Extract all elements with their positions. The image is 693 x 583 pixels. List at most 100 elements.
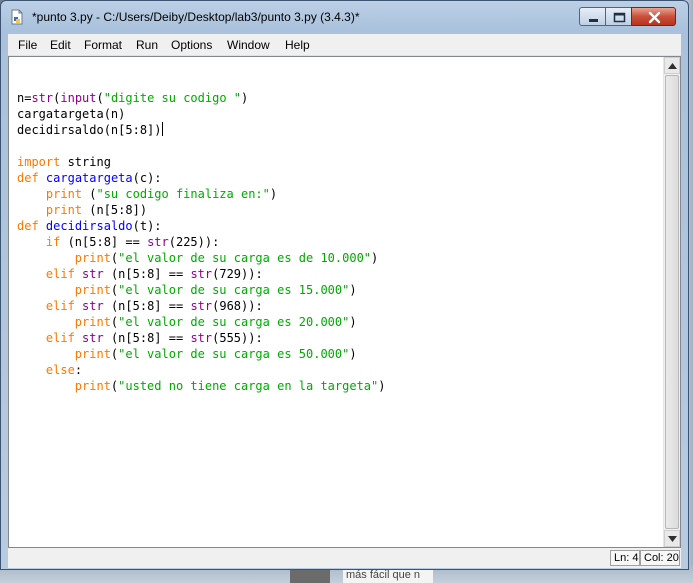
code-line: print("el valor de su carga es de 10.000…: [17, 250, 385, 266]
code-token-kw: else: [45, 363, 75, 377]
code-token: (n[5:8]): [82, 203, 148, 217]
code-line: print("el valor de su carga es 50.000"): [17, 346, 385, 362]
close-button[interactable]: [631, 7, 676, 26]
window-title: *punto 3.py - C:/Users/Deiby/Desktop/lab…: [32, 10, 360, 24]
text-cursor: [161, 122, 163, 136]
code-token: (: [82, 187, 97, 201]
code-token-kw: print: [74, 283, 111, 297]
code-token: (729)):: [212, 267, 263, 281]
code-token-st: "el valor de su carga es 20.000": [118, 315, 350, 329]
maximize-button[interactable]: [605, 7, 632, 26]
code-token-kw: elif: [45, 331, 75, 345]
code-token-kw: print: [74, 251, 111, 265]
menu-run[interactable]: Run: [136, 38, 158, 52]
code-token: (n[5:8] ==: [103, 299, 191, 313]
code-line: else:: [17, 362, 385, 378]
code-text[interactable]: n=str(input("digite su codigo ") cargatar…: [17, 74, 385, 394]
code-token-kw: print: [74, 379, 111, 393]
code-token: ): [349, 347, 357, 361]
code-token-kw: elif: [45, 299, 75, 313]
code-line: decidirsaldo(n[5:8]): [17, 122, 385, 138]
vertical-scrollbar[interactable]: [663, 57, 680, 547]
code-token-st: "su codigo finaliza en:": [96, 187, 270, 201]
menu-window[interactable]: Window: [227, 38, 270, 52]
code-token-kw: import: [17, 155, 61, 169]
code-line: print("usted no tiene carga en la target…: [17, 378, 386, 394]
code-token-bi: str: [190, 267, 213, 281]
menu-file[interactable]: File: [18, 38, 37, 52]
code-token-bi: str: [82, 331, 104, 345]
code-token: string: [60, 155, 111, 169]
code-line: print ("su codigo finaliza en:"): [17, 186, 385, 202]
idle-editor-window: *punto 3.py - C:/Users/Deiby/Desktop/lab…: [0, 0, 689, 570]
code-token: (c):: [132, 171, 162, 185]
menu-help[interactable]: Help: [285, 38, 310, 52]
code-token: ): [371, 251, 379, 265]
column-number-indicator: Col: 20: [640, 550, 680, 566]
menu-format[interactable]: Format: [84, 38, 122, 52]
code-token-bi: str: [31, 91, 54, 105]
scroll-up-button[interactable]: [664, 57, 680, 74]
code-token-def: cargatargeta: [45, 171, 133, 185]
menu-options[interactable]: Options: [171, 38, 212, 52]
code-token-kw: print: [74, 315, 111, 329]
code-token: decidirsaldo(n[5:8]): [17, 123, 162, 137]
code-editor[interactable]: n=str(input("digite su codigo ") cargatar…: [8, 56, 681, 548]
code-line: cargatargeta(n): [17, 106, 385, 122]
code-token: cargatargeta(n): [17, 107, 126, 121]
code-token: (555)):: [212, 331, 263, 345]
code-token: ): [378, 379, 386, 393]
background-window-text: más fácil que n: [343, 568, 433, 583]
code-line: print (n[5:8]): [17, 202, 385, 218]
code-token: ): [269, 187, 278, 201]
code-line: print("el valor de su carga es 15.000"): [17, 282, 385, 298]
code-token-kw: print: [74, 347, 111, 361]
code-token: (n[5:8] ==: [103, 267, 191, 281]
close-icon: [648, 11, 661, 24]
minimize-button[interactable]: [579, 7, 606, 26]
code-token-bi: str: [82, 267, 104, 281]
code-token: (n[5:8] ==: [60, 235, 148, 249]
code-token-st: "el valor de su carga es 15.000": [118, 283, 350, 297]
code-line: elif str (n[5:8] == str(555)):: [17, 330, 385, 346]
code-token: (225)):: [168, 235, 220, 249]
code-token: ): [349, 283, 357, 297]
code-line: import string: [17, 154, 385, 170]
code-token-st: "digite su codigo ": [103, 91, 242, 105]
arrow-up-icon: [668, 63, 677, 69]
code-token-kw: def: [17, 171, 39, 185]
code-token: ): [241, 91, 249, 105]
code-token-bi: str: [147, 235, 169, 249]
code-token: (n[5:8] ==: [103, 331, 191, 345]
code-token-bi: str: [190, 331, 213, 345]
code-token-kw: if: [45, 235, 61, 249]
code-token: n=: [17, 91, 32, 105]
title-bar[interactable]: *punto 3.py - C:/Users/Deiby/Desktop/lab…: [1, 1, 688, 33]
code-token: ): [349, 315, 357, 329]
menu-edit[interactable]: Edit: [50, 38, 71, 52]
scroll-down-button[interactable]: [664, 530, 680, 547]
code-token-kw: print: [45, 203, 83, 217]
arrow-down-icon: [668, 536, 677, 542]
code-token-st: "el valor de su carga es de 10.000": [118, 251, 372, 265]
code-token: (t):: [132, 219, 162, 233]
code-token: (: [96, 91, 104, 105]
background-window-edge: [290, 568, 330, 583]
status-bar: Ln: 4 Col: 20: [8, 548, 681, 568]
scroll-thumb[interactable]: [665, 75, 679, 529]
code-token: :: [74, 363, 83, 377]
code-token-bi: str: [82, 299, 104, 313]
